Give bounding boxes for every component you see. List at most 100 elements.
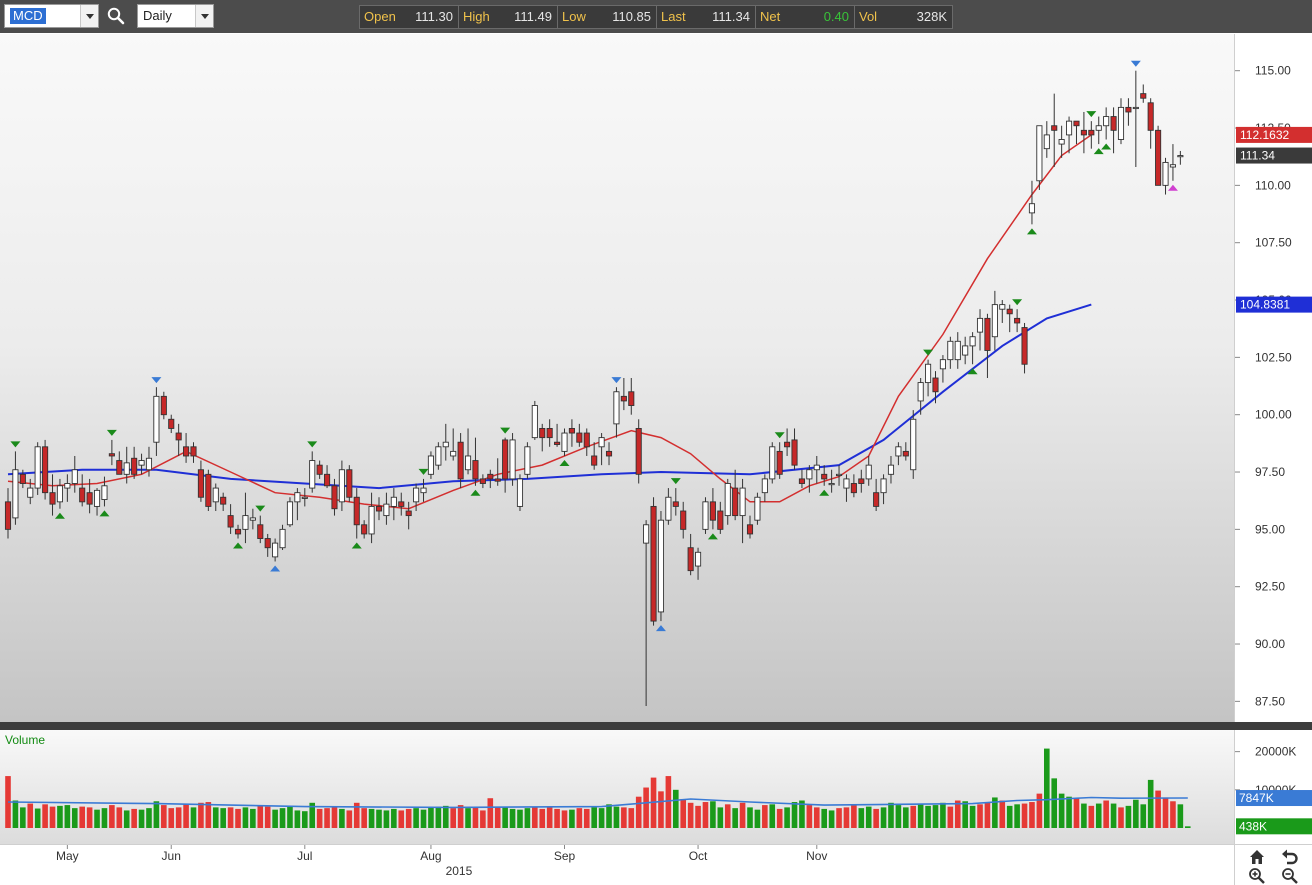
volume-bar: [116, 807, 123, 828]
zoom-out-icon[interactable]: [1281, 867, 1299, 885]
volume-bar: [917, 803, 924, 828]
quote-open-label: Open: [364, 9, 396, 24]
candle-body: [257, 524, 264, 539]
candle-body: [984, 317, 991, 351]
candle-body: [64, 483, 71, 489]
volume-bar: [287, 806, 293, 828]
volume-bar: [554, 808, 560, 828]
volume-bar: [435, 806, 442, 828]
volume-bar: [161, 805, 167, 828]
candle-body: [1169, 164, 1176, 168]
volume-chart-area[interactable]: Volume: [0, 730, 1234, 844]
volume-bar: [250, 808, 256, 828]
volume-chart[interactable]: Volume: [0, 730, 1234, 844]
volume-bar: [316, 808, 323, 828]
volume-bar: [947, 806, 954, 828]
candle-body: [1103, 116, 1110, 127]
volume-bar: [539, 808, 546, 828]
candle-body: [1014, 317, 1021, 324]
candle-body: [1073, 120, 1080, 127]
quote-low: Low 110.85: [558, 6, 657, 28]
candle-body: [620, 395, 627, 402]
swing-high-marker: [670, 478, 681, 485]
candle-body: [234, 528, 242, 535]
price-chart[interactable]: [0, 34, 1234, 722]
quote-high-label: High: [463, 9, 490, 24]
candle-body: [34, 446, 41, 489]
chevron-down-icon[interactable]: [80, 5, 98, 27]
candle-body: [197, 469, 204, 498]
volume-bar: [302, 811, 308, 828]
symbol-input[interactable]: MCD: [10, 8, 46, 24]
candle-body: [442, 441, 449, 448]
volume-bar: [865, 806, 872, 828]
month-label: May: [56, 849, 79, 863]
candle-body: [643, 524, 650, 544]
volume-bar: [999, 800, 1006, 828]
volume-bar: [272, 809, 278, 828]
sma-long-tag-label: 104.8381: [1240, 298, 1290, 312]
candle-body: [598, 437, 605, 448]
candle-body: [665, 496, 672, 521]
volume-bar: [331, 807, 338, 828]
candle-body: [798, 478, 805, 484]
candle-body: [769, 446, 776, 480]
symbol-combobox[interactable]: MCD: [4, 4, 99, 28]
candle-body: [331, 485, 338, 510]
candle-body: [19, 473, 26, 484]
volume-bar: [643, 787, 649, 828]
candle-body: [279, 528, 286, 549]
candle-body: [524, 446, 531, 475]
month-label: Oct: [689, 849, 708, 863]
chevron-down-icon[interactable]: [195, 5, 213, 27]
volume-bar: [123, 810, 130, 828]
volume-bar: [398, 810, 405, 828]
volume-bar: [910, 805, 917, 828]
candle-body: [910, 418, 917, 471]
panel-divider[interactable]: [0, 722, 1312, 730]
price-chart-area[interactable]: [0, 34, 1234, 722]
volume-bar: [695, 805, 701, 828]
period-select[interactable]: Daily: [137, 4, 214, 28]
volume-bar: [561, 810, 568, 828]
sma-short-tag-label: 112.1632: [1240, 128, 1289, 142]
swing-low-marker: [54, 512, 65, 519]
home-icon[interactable]: [1248, 848, 1266, 866]
candle-body: [516, 478, 524, 507]
candle-body: [272, 542, 279, 558]
search-icon[interactable]: [106, 6, 126, 26]
volume-bar: [1103, 800, 1109, 828]
volume-bar: [131, 808, 137, 828]
volume-bar: [49, 806, 56, 828]
swing-low-marker: [233, 542, 244, 549]
candle-body: [754, 496, 761, 521]
candle-body: [479, 478, 486, 484]
candle-body: [123, 462, 130, 475]
candle-body: [27, 487, 34, 498]
candle-body: [687, 547, 694, 572]
volume-bar: [591, 807, 597, 828]
quote-low-label: Low: [562, 9, 586, 24]
candle-body: [672, 501, 679, 507]
volume-bar: [576, 808, 583, 828]
volume-bar: [658, 791, 664, 828]
price-axis-scale: 115.00112.50110.00107.50105.00102.50100.…: [1235, 64, 1312, 708]
quote-high: High 111.49: [459, 6, 558, 28]
volume-bar: [739, 802, 746, 828]
candle-body: [413, 487, 420, 503]
undo-icon[interactable]: [1281, 848, 1299, 866]
candle-body: [939, 359, 946, 370]
candle-body: [108, 453, 115, 457]
quote-last: Last 111.34: [657, 6, 756, 28]
candle-body: [1006, 308, 1013, 315]
volume-bar: [175, 807, 182, 828]
candle-body: [680, 510, 687, 530]
price-axis[interactable]: 115.00112.50110.00107.50105.00102.50100.…: [1234, 34, 1312, 722]
swing-high-marker: [500, 427, 511, 434]
zoom-in-icon[interactable]: [1248, 867, 1266, 885]
swing-low-marker: [1101, 143, 1112, 150]
volume-bar: [613, 806, 620, 828]
candle-body: [71, 469, 78, 484]
price-tick-label: 92.50: [1255, 580, 1285, 594]
volume-bar: [487, 798, 494, 828]
